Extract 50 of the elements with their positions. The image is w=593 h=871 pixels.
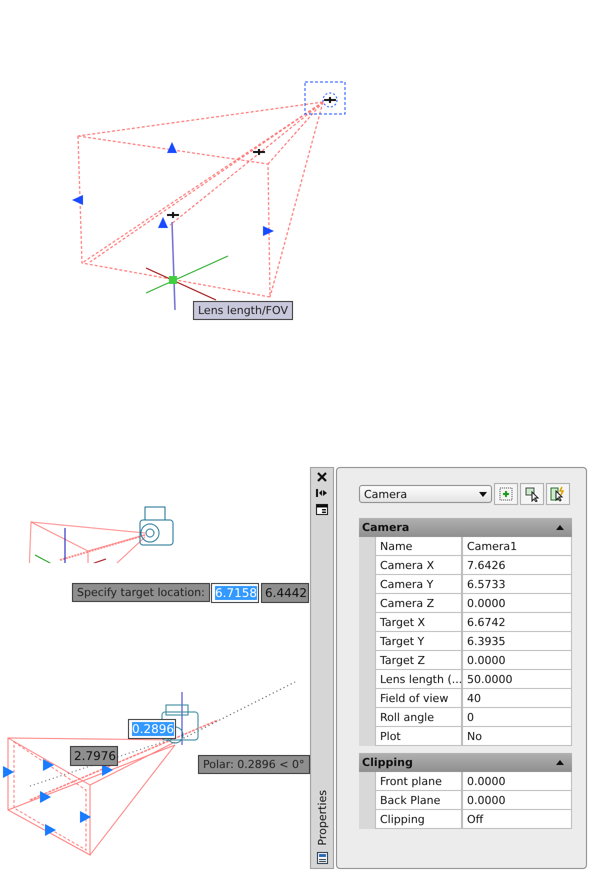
select-objects-button[interactable] [520,483,544,505]
property-value[interactable]: 0.0000 [462,772,572,791]
property-label: Name [375,537,462,556]
section-header[interactable]: Clipping [359,753,572,772]
dropdown-caret-icon [479,492,487,496]
property-label: Plot [375,727,462,746]
panel-icon[interactable] [316,504,328,515]
property-value[interactable]: Camera1 [462,537,572,556]
property-label: Camera X [375,556,462,575]
property-label: Target Y [375,632,462,651]
arrows-icon[interactable] [316,488,328,498]
add-selection-button[interactable] [494,483,518,505]
property-value[interactable]: 7.6426 [462,556,572,575]
property-label: Camera Z [375,594,462,613]
section-header[interactable]: Camera [359,518,572,537]
cursor-square-icon [524,486,540,502]
property-value[interactable]: 0 [462,708,572,727]
property-label: Back Plane [375,791,462,810]
property-label: Camera Y [375,575,462,594]
property-value[interactable]: No [462,727,572,746]
coordinate-input[interactable]: 6.4442 [261,583,309,603]
cursor-lightning-icon [550,486,566,502]
property-label: Clipping [375,810,462,829]
property-value[interactable]: 40 [462,689,572,708]
quick-select-button[interactable] [546,483,570,505]
property-value[interactable]: 0.0000 [462,791,572,810]
property-value[interactable]: 0.0000 [462,594,572,613]
property-label: Target X [375,613,462,632]
dotted-square-plus-icon [499,487,513,501]
property-value[interactable]: 6.5733 [462,575,572,594]
polar-tooltip: Polar: 0.2896 < 0° [198,755,310,774]
prompt-label: Specify target location: [72,583,210,602]
list-icon[interactable] [316,852,328,864]
property-value[interactable]: Off [462,810,572,829]
property-label: Target Z [375,651,462,670]
property-label: Roll angle [375,708,462,727]
object-type-dropdown[interactable]: Camera [359,485,492,503]
property-label: Lens length (... [375,670,462,689]
property-value[interactable]: 6.6742 [462,613,572,632]
collapse-triangle-icon[interactable] [556,760,564,765]
collapse-triangle-icon[interactable] [556,525,564,530]
property-label: Front plane [375,772,462,791]
property-label: Field of view [375,689,462,708]
property-value[interactable]: 0.0000 [462,651,572,670]
close-icon[interactable] [317,472,327,482]
distance-input[interactable]: 2.7976 [70,746,118,766]
properties-tab[interactable]: Properties [316,790,328,846]
property-value[interactable]: 50.0000 [462,670,572,689]
tooltip: Lens length/FOV [193,301,293,320]
property-value[interactable]: 6.3935 [462,632,572,651]
